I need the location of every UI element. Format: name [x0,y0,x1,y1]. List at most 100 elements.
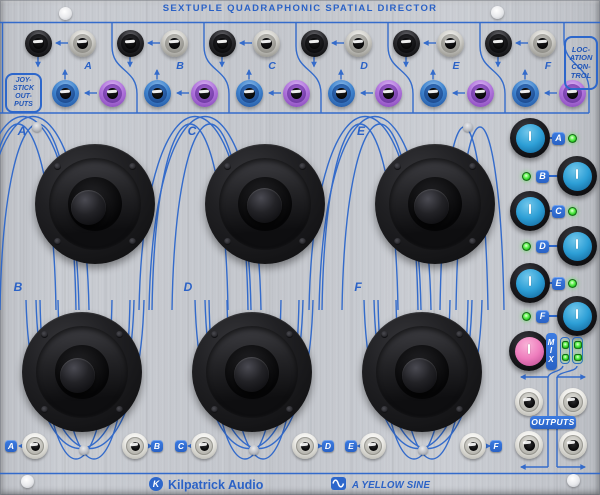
level-knob-b[interactable] [557,156,597,196]
joystick-y-jack-e[interactable] [467,80,494,107]
joystick-x-jack-a[interactable] [52,80,79,107]
joystick-y-jack-d[interactable] [375,80,402,107]
channel-output-jack-e[interactable] [360,433,386,459]
joystick-d[interactable] [192,312,312,432]
joystick-stick[interactable] [414,189,449,224]
level-knob-e[interactable] [510,263,550,303]
location-input-jack-f[interactable] [485,30,512,57]
level-knob-f[interactable] [557,296,597,336]
joystick-stick[interactable] [402,358,437,393]
joystick-screw [54,163,61,170]
outputs-badge: OUTPUTS [530,416,576,429]
knob-cap [515,337,544,366]
level-knob-a[interactable] [510,118,550,158]
knob-cap [516,197,545,226]
joystick-screw [129,238,136,245]
mix-led-4 [574,354,582,362]
channel-output-jack-d[interactable] [292,433,318,459]
jack-glint [567,441,575,444]
channel-output-jack-a[interactable] [22,433,48,459]
joystick-y-jack-c[interactable] [283,80,310,107]
knob-cap [516,124,545,153]
channel-label-c: C [264,60,280,72]
joystick-stick[interactable] [71,190,106,225]
knob-chip-f: F [536,310,549,323]
joystick-label-e: E [355,124,367,138]
joystick-stick[interactable] [60,358,95,393]
location-control-badge: LOC- ATION CON- TROL [564,36,598,90]
joystick-screw [286,406,293,413]
mix-led-2 [574,341,582,349]
jack-glint [243,89,253,93]
quad-output-jack-4[interactable] [559,431,587,459]
location-norm-jack-a[interactable] [69,30,96,57]
joystick-stick[interactable] [234,357,269,392]
sine-wave-icon [331,477,346,495]
jack-glint [400,39,410,43]
level-knob-c[interactable] [510,191,550,231]
channel-output-jack-f[interactable] [460,433,486,459]
knob-indicator [528,344,531,354]
location-input-jack-a[interactable] [25,30,52,57]
location-input-jack-d[interactable] [301,30,328,57]
jack-glint [536,39,546,43]
jack-glint [468,443,476,446]
joystick-screw [456,406,463,413]
location-norm-jack-f[interactable] [529,30,556,57]
panel-screw [79,445,89,455]
led-e [568,279,577,288]
jack-glint [130,443,138,446]
quad-output-jack-3[interactable] [515,431,543,459]
jack-glint [151,89,161,93]
knob-indicator [576,309,579,319]
output-chip-b: B [151,440,163,452]
location-input-jack-e[interactable] [393,30,420,57]
joystick-screw [129,163,136,170]
jack-glint [76,39,86,43]
jack-glint [300,443,308,446]
channel-output-jack-b[interactable] [122,433,148,459]
joystick-x-jack-c[interactable] [236,80,263,107]
joystick-x-jack-f[interactable] [512,80,539,107]
joystick-screw [394,238,401,245]
joystick-y-jack-b[interactable] [191,80,218,107]
mix-knob[interactable] [509,331,549,371]
channel-label-f: F [540,60,556,72]
joystick-x-jack-e[interactable] [420,80,447,107]
brand-name: Kilpatrick Audio [168,478,263,492]
joystick-c[interactable] [205,144,325,264]
joystick-screw [381,406,388,413]
led-c [568,207,577,216]
joystick-a[interactable] [35,144,155,264]
output-chip-f: F [490,440,502,452]
level-knob-d[interactable] [557,226,597,266]
quad-output-jack-1[interactable] [515,388,543,416]
joystick-f[interactable] [362,312,482,432]
joystick-y-jack-a[interactable] [99,80,126,107]
channel-output-jack-c[interactable] [191,433,217,459]
joystick-outputs-badge: JOY- STICK OUT- PUTS [5,73,42,113]
panel-screw [491,6,504,19]
panel-screw [32,122,42,132]
knob-indicator [529,204,532,214]
joystick-x-jack-b[interactable] [144,80,171,107]
joystick-screw [211,331,218,338]
jack-glint [308,39,318,43]
quad-output-jack-2[interactable] [559,388,587,416]
location-norm-jack-d[interactable] [345,30,372,57]
output-chip-c: C [175,440,187,452]
joystick-screw [469,238,476,245]
joystick-b[interactable] [22,312,142,432]
location-norm-jack-e[interactable] [437,30,464,57]
jack-glint [444,39,454,43]
location-input-jack-b[interactable] [117,30,144,57]
knob-chip-c: C [552,205,565,218]
location-input-jack-c[interactable] [209,30,236,57]
location-norm-jack-c[interactable] [253,30,280,57]
mix-led-3 [562,354,570,362]
joystick-x-jack-d[interactable] [328,80,355,107]
joystick-e[interactable] [375,144,495,264]
channel-label-a: A [80,60,96,72]
joystick-stick[interactable] [247,188,282,223]
location-norm-jack-b[interactable] [161,30,188,57]
